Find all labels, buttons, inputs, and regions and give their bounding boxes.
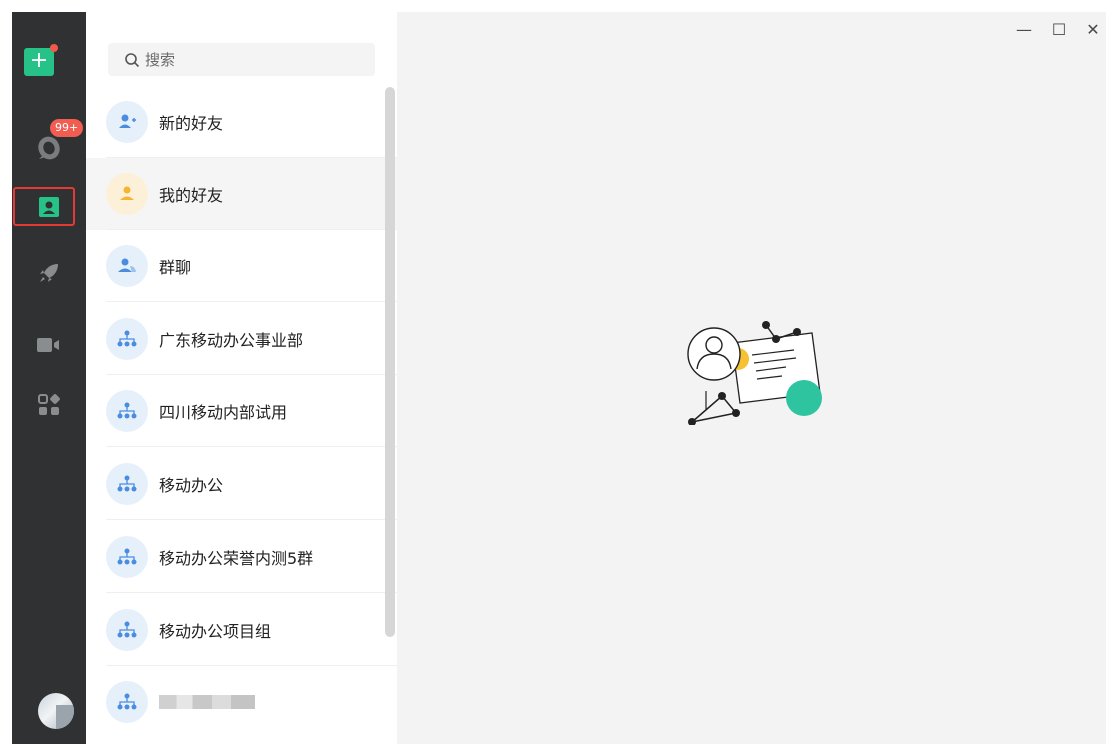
- contact-row-org[interactable]: 移动办公: [86, 448, 397, 520]
- apps-icon: [38, 394, 60, 415]
- nav-meeting[interactable]: [12, 330, 86, 360]
- organization-icon: [106, 536, 148, 578]
- contact-row-new-friends[interactable]: 新的好友: [86, 86, 397, 158]
- list-item-label: 移动办公项目组: [159, 622, 272, 641]
- list-item-label: 四川移动内部试用: [159, 403, 288, 422]
- main-content: — ☐ ✕: [397, 12, 1106, 744]
- video-camera-icon: [37, 338, 59, 352]
- list-item-label: 移动办公荣誉内测5群: [159, 549, 314, 568]
- unread-badge: 99+: [50, 119, 84, 137]
- close-button[interactable]: ✕: [1082, 18, 1104, 40]
- search-placeholder: 搜索: [145, 51, 176, 69]
- active-selection-frame: [13, 187, 75, 226]
- rocket-icon: [40, 264, 58, 282]
- redacted-label: [159, 695, 255, 709]
- list-item-label: 我的好友: [159, 186, 224, 205]
- contact-row-group-chat[interactable]: 群聊: [86, 230, 397, 302]
- user-avatar[interactable]: [38, 693, 74, 729]
- organization-icon: [106, 609, 148, 651]
- contact-row-my-friends[interactable]: 我的好友: [86, 158, 397, 230]
- search-input[interactable]: 搜索: [108, 43, 375, 76]
- organization-icon: [106, 681, 148, 723]
- organization-icon: [106, 390, 148, 432]
- plus-icon: +: [29, 48, 49, 73]
- minimize-button[interactable]: —: [1013, 18, 1035, 40]
- organization-icon: [106, 318, 148, 360]
- contacts-panel: 搜索 新的好友 我的好友 群聊 广东移动办公事业部 四川移动内部试用 移动办公 …: [86, 12, 397, 744]
- divider: [106, 519, 397, 520]
- chat-icon: [38, 136, 60, 160]
- contact-row-org[interactable]: 移动办公项目组: [86, 594, 397, 666]
- friend-icon: [106, 173, 148, 215]
- contact-row-org[interactable]: 广东移动办公事业部: [86, 303, 397, 375]
- group-chat-icon: [106, 245, 148, 287]
- maximize-button[interactable]: ☐: [1048, 18, 1070, 40]
- add-friend-icon: [106, 101, 148, 143]
- contact-row-org[interactable]: [86, 666, 397, 738]
- divider: [106, 446, 397, 447]
- navigation-rail: + 99+: [12, 12, 86, 744]
- divider: [106, 592, 397, 593]
- list-item-label: 群聊: [159, 258, 192, 277]
- empty-state-illustration: [687, 321, 822, 425]
- scrollbar[interactable]: [385, 87, 395, 637]
- notification-dot: [50, 44, 58, 52]
- list-item-label: 新的好友: [159, 114, 224, 133]
- organization-icon: [106, 463, 148, 505]
- new-button[interactable]: +: [24, 44, 58, 76]
- contact-row-org[interactable]: 四川移动内部试用: [86, 375, 397, 447]
- list-item-label: 广东移动办公事业部: [159, 331, 304, 350]
- nav-apps[interactable]: [12, 390, 86, 420]
- divider: [106, 301, 397, 302]
- list-item-label: 移动办公: [159, 476, 224, 495]
- search-icon: [125, 52, 140, 67]
- nav-workbench[interactable]: [12, 258, 86, 288]
- contact-row-org[interactable]: 移动办公荣誉内测5群: [86, 521, 397, 593]
